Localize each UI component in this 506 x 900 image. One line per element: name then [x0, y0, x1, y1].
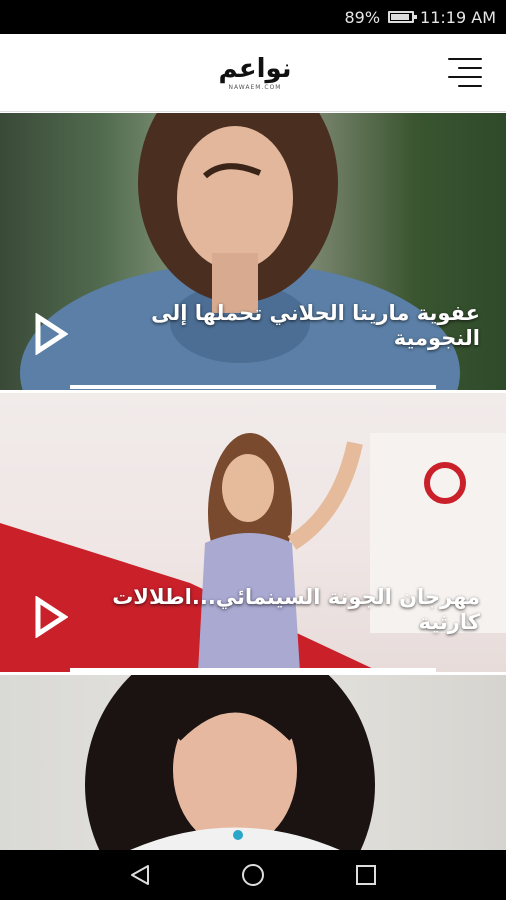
- status-bar: 89% 11:19 AM: [0, 0, 506, 34]
- card-divider: [70, 385, 436, 389]
- status-indicators: 89% 11:19 AM: [344, 0, 496, 34]
- site-logo[interactable]: نواعم NAWAEM.COM: [213, 54, 297, 94]
- play-icon[interactable]: [34, 313, 68, 355]
- system-nav-bar: [0, 850, 506, 900]
- play-icon[interactable]: [34, 596, 68, 638]
- card-divider: [70, 668, 436, 672]
- logo-text: نواعم: [218, 54, 292, 84]
- app-header: نواعم NAWAEM.COM: [0, 34, 506, 112]
- hamburger-menu-icon[interactable]: [444, 56, 488, 92]
- article-title: مهرجان الجونة السينمائي...اطلالات كارثية: [112, 585, 480, 634]
- home-circle-icon[interactable]: [241, 863, 265, 887]
- article-title: عفوية ماريتا الحلاني تحملها إلى النجومية: [151, 301, 480, 350]
- logo-subtext: NAWAEM.COM: [228, 84, 282, 91]
- battery-icon: [388, 11, 418, 23]
- battery-percent: 89%: [344, 7, 381, 27]
- recents-square-icon[interactable]: [354, 863, 378, 887]
- article-card[interactable]: مهرجان الجونة السينمائي...اطلالات كارثية: [0, 393, 506, 672]
- article-card[interactable]: عفوية ماريتا الحلاني تحملها إلى النجومية: [0, 113, 506, 390]
- article-image: [85, 675, 375, 850]
- article-card[interactable]: [0, 675, 506, 850]
- back-triangle-icon[interactable]: [128, 863, 152, 887]
- clock: 11:19 AM: [420, 7, 496, 27]
